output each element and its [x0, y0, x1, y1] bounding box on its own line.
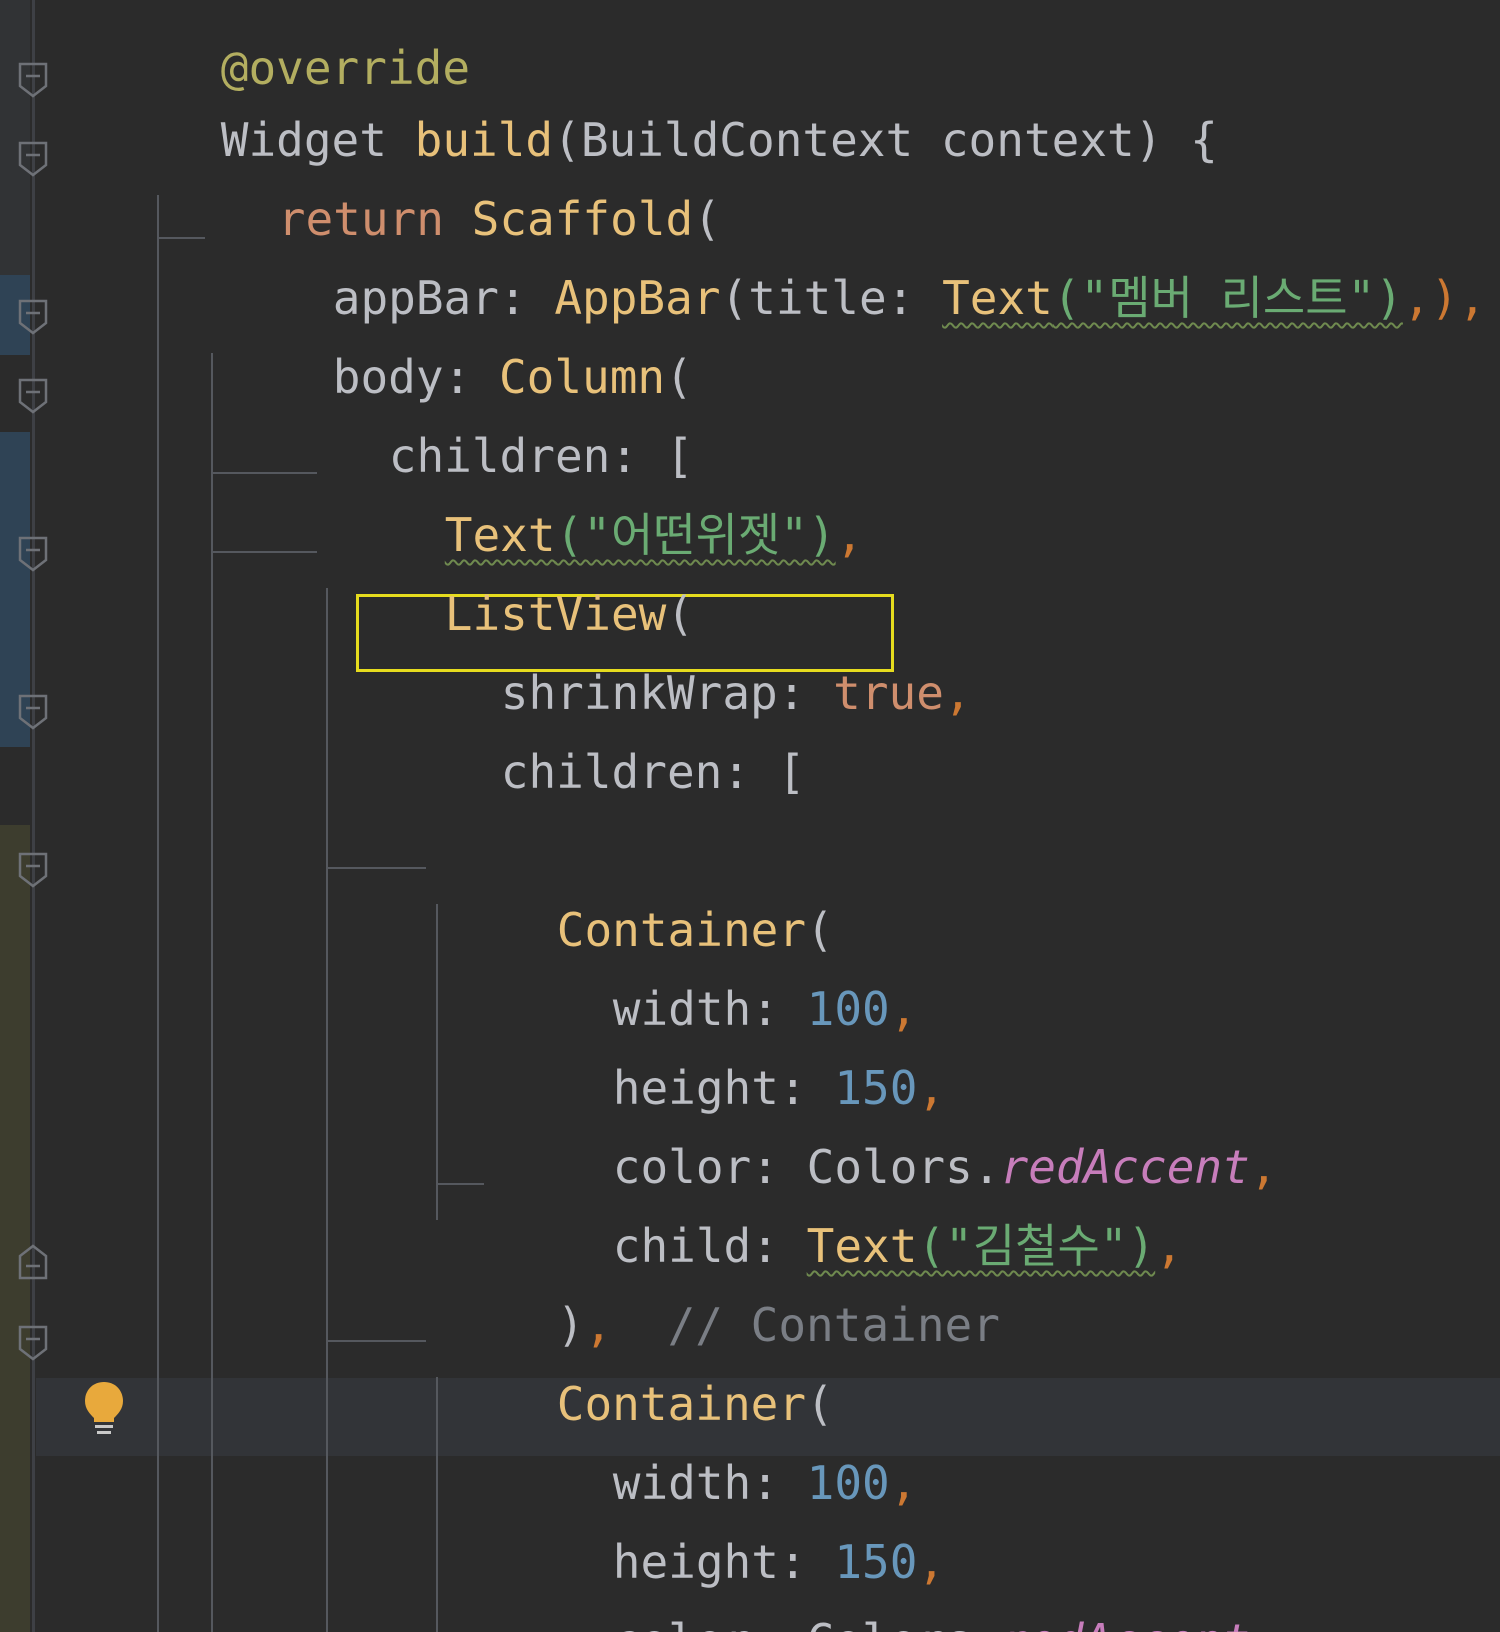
indent-guide — [326, 867, 426, 869]
punctuation-token: , — [835, 508, 864, 562]
code-line-color[interactable]: color: Colors.redAccent, — [502, 1077, 1278, 1194]
indent-guide — [326, 1340, 426, 1342]
code-line-children[interactable]: children: [ — [390, 682, 806, 799]
code-line-child[interactable]: child: Text("김철수"), — [502, 1156, 1183, 1273]
code-line-color[interactable]: color: Colors.redAccent, — [502, 1551, 1278, 1632]
fold-marker-icon[interactable] — [18, 62, 48, 98]
code-line-shrinkwrap[interactable]: shrinkWrap: true, — [390, 603, 972, 720]
code-line-listview[interactable]: ListView( — [334, 524, 694, 641]
fold-marker-icon[interactable] — [18, 852, 48, 888]
fold-marker-icon[interactable] — [18, 299, 48, 335]
lightbulb-icon[interactable] — [82, 1380, 126, 1436]
keyword-token: true — [833, 666, 944, 720]
code-line-width[interactable]: width: 100, — [502, 1393, 918, 1510]
code-line-text[interactable]: Text("어떤위젯"), — [334, 445, 864, 562]
code-line-body[interactable]: body: Column( — [222, 287, 693, 404]
indent-guide — [211, 353, 213, 1632]
code-line-appbar[interactable]: appBar: AppBar(title: Text("멤버 리스트"),), — [222, 208, 1486, 325]
code-editor[interactable]: @override Widget build(BuildContext cont… — [0, 0, 1500, 1632]
punctuation-token: , — [1249, 1140, 1278, 1194]
indent-guide — [211, 551, 317, 553]
code-line-height[interactable]: height: 150, — [502, 1472, 945, 1589]
fold-end-marker-icon[interactable] — [18, 1244, 48, 1280]
code-line-close-container[interactable]: ), // Container — [446, 1235, 1000, 1352]
code-line-return[interactable]: return Scaffold( — [167, 129, 721, 246]
class-token: Colors. — [807, 1614, 1001, 1632]
punctuation-token: , — [1155, 1219, 1183, 1273]
gutter-change-marker — [0, 0, 30, 275]
code-line-children[interactable]: children: [ — [278, 366, 694, 483]
code-line-container[interactable]: Container( — [446, 1314, 834, 1431]
indent-guide — [436, 1377, 438, 1632]
property-key-token: children: [ — [500, 745, 806, 799]
indent-guide — [436, 1183, 484, 1185]
punctuation-token: ,), — [1402, 271, 1487, 325]
paren-token: (title: — [720, 271, 943, 325]
code-line-build[interactable]: Widget build(BuildContext context) { — [110, 50, 1218, 167]
gutter-divider — [32, 0, 35, 1632]
indent-guide — [436, 904, 438, 1220]
fold-marker-icon[interactable] — [18, 1325, 48, 1361]
code-line-container[interactable]: Container( — [446, 840, 834, 957]
property-key-token: color: — [613, 1614, 807, 1632]
punctuation-token: , — [943, 666, 972, 720]
fold-marker-icon[interactable] — [18, 536, 48, 572]
fold-marker-icon[interactable] — [18, 694, 48, 730]
indent-guide — [157, 195, 159, 1632]
gutter-change-marker — [0, 825, 30, 1632]
fold-marker-icon[interactable] — [18, 141, 48, 177]
class-token: Text — [942, 271, 1053, 325]
punctuation-token: , — [1250, 1614, 1278, 1632]
fold-marker-icon[interactable] — [18, 378, 48, 414]
string-token: ("멤버 리스트") — [1052, 271, 1403, 325]
static-property-token: redAccent — [1001, 1614, 1250, 1632]
indent-guide — [326, 588, 328, 1632]
code-line-width[interactable]: width: 100, — [502, 919, 918, 1036]
code-line-annotation[interactable]: @override — [110, 0, 470, 95]
code-line-height[interactable]: height: 150, — [502, 998, 945, 1115]
